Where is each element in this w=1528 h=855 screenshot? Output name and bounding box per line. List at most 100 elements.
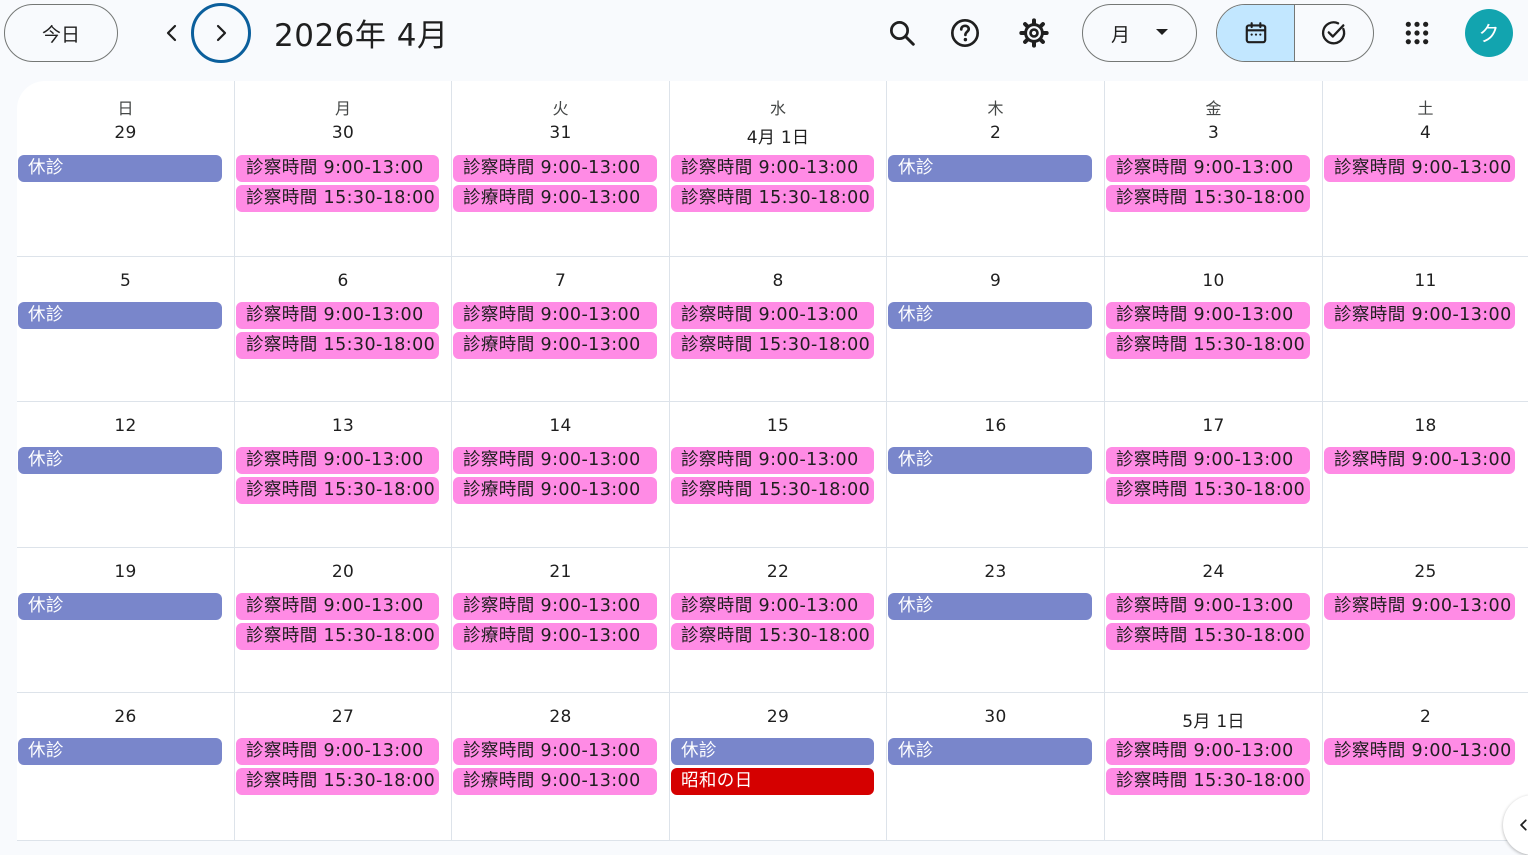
google-apps-button[interactable] xyxy=(1393,9,1441,57)
calendar-view-button[interactable] xyxy=(1217,5,1295,61)
day-cell[interactable]: 6 診察時間 9:00-13:00 診察時間 15:30-18:00 xyxy=(235,257,452,402)
clinic-hours-event[interactable]: 診療時間 9:00-13:00 xyxy=(453,477,657,504)
clinic-hours-event[interactable]: 診察時間 9:00-13:00 xyxy=(1106,738,1310,765)
day-cell[interactable]: 19 休診 xyxy=(17,548,235,693)
clinic-hours-event[interactable]: 診察時間 9:00-13:00 xyxy=(236,155,439,182)
day-cell[interactable]: 水 4月 1日 診察時間 9:00-13:00 診察時間 15:30-18:00 xyxy=(670,81,887,257)
holiday-event[interactable]: 昭和の日 xyxy=(671,768,874,795)
clinic-hours-event[interactable]: 診察時間 15:30-18:00 xyxy=(1106,332,1310,359)
day-cell[interactable]: 日 29 休診 xyxy=(17,81,235,257)
clinic-hours-event[interactable]: 診察時間 9:00-13:00 xyxy=(1106,593,1310,620)
clinic-hours-event[interactable]: 診察時間 9:00-13:00 xyxy=(1106,447,1310,474)
clinic-hours-event[interactable]: 診察時間 15:30-18:00 xyxy=(1106,768,1310,795)
day-number[interactable]: 11 xyxy=(1323,271,1528,291)
clinic-hours-event[interactable]: 診察時間 9:00-13:00 xyxy=(671,155,874,182)
day-number[interactable]: 27 xyxy=(235,707,451,727)
clinic-hours-event[interactable]: 診察時間 9:00-13:00 xyxy=(236,738,439,765)
clinic-hours-event[interactable]: 診察時間 9:00-13:00 xyxy=(1106,155,1310,182)
day-cell[interactable]: 15 診察時間 9:00-13:00 診察時間 15:30-18:00 xyxy=(670,402,887,548)
day-cell[interactable]: 2 診察時間 9:00-13:00 xyxy=(1323,693,1528,841)
day-cell[interactable]: 26 休診 xyxy=(17,693,235,841)
day-cell[interactable]: 25 診察時間 9:00-13:00 xyxy=(1323,548,1528,693)
day-number[interactable]: 25 xyxy=(1323,562,1528,582)
clinic-hours-event[interactable]: 診療時間 9:00-13:00 xyxy=(453,185,657,212)
closed-day-event[interactable]: 休診 xyxy=(18,738,222,765)
day-cell[interactable]: 火 31 診察時間 9:00-13:00 診療時間 9:00-13:00 xyxy=(452,81,670,257)
day-number[interactable]: 24 xyxy=(1105,562,1322,582)
search-button[interactable] xyxy=(878,9,926,57)
day-number[interactable]: 30 xyxy=(235,123,451,143)
day-number[interactable]: 13 xyxy=(235,416,451,436)
day-cell[interactable]: 金 3 診察時間 9:00-13:00 診察時間 15:30-18:00 xyxy=(1105,81,1323,257)
day-number[interactable]: 5 xyxy=(17,271,234,291)
day-cell[interactable]: 木 2 休診 xyxy=(887,81,1105,257)
clinic-hours-event[interactable]: 診察時間 9:00-13:00 xyxy=(671,593,874,620)
day-number[interactable]: 29 xyxy=(670,707,886,727)
day-cell[interactable]: 11 診察時間 9:00-13:00 xyxy=(1323,257,1528,402)
day-number[interactable]: 21 xyxy=(452,562,669,582)
day-cell[interactable]: 17 診察時間 9:00-13:00 診察時間 15:30-18:00 xyxy=(1105,402,1323,548)
closed-day-event[interactable]: 休診 xyxy=(18,447,222,474)
closed-day-event[interactable]: 休診 xyxy=(18,302,222,329)
clinic-hours-event[interactable]: 診察時間 15:30-18:00 xyxy=(236,768,439,795)
day-number[interactable]: 6 xyxy=(235,271,451,291)
clinic-hours-event[interactable]: 診療時間 9:00-13:00 xyxy=(453,332,657,359)
day-number[interactable]: 12 xyxy=(17,416,234,436)
day-number[interactable]: 4 xyxy=(1323,123,1528,143)
day-cell[interactable]: 13 診察時間 9:00-13:00 診察時間 15:30-18:00 xyxy=(235,402,452,548)
day-cell[interactable]: 18 診察時間 9:00-13:00 xyxy=(1323,402,1528,548)
day-cell[interactable]: 23 休診 xyxy=(887,548,1105,693)
day-cell[interactable]: 21 診察時間 9:00-13:00 診療時間 9:00-13:00 xyxy=(452,548,670,693)
day-cell[interactable]: 土 4 診察時間 9:00-13:00 xyxy=(1323,81,1528,257)
closed-day-event[interactable]: 休診 xyxy=(18,155,222,182)
clinic-hours-event[interactable]: 診察時間 9:00-13:00 xyxy=(453,738,657,765)
next-month-button[interactable] xyxy=(191,3,251,63)
clinic-hours-event[interactable]: 診察時間 15:30-18:00 xyxy=(671,623,874,650)
day-cell[interactable]: 月 30 診察時間 9:00-13:00 診察時間 15:30-18:00 xyxy=(235,81,452,257)
clinic-hours-event[interactable]: 診察時間 9:00-13:00 xyxy=(236,447,439,474)
clinic-hours-event[interactable]: 診察時間 9:00-13:00 xyxy=(453,447,657,474)
clinic-hours-event[interactable]: 診察時間 9:00-13:00 xyxy=(453,155,657,182)
tasks-view-button[interactable] xyxy=(1295,5,1373,61)
clinic-hours-event[interactable]: 診察時間 9:00-13:00 xyxy=(236,593,439,620)
clinic-hours-event[interactable]: 診察時間 9:00-13:00 xyxy=(453,593,657,620)
day-cell[interactable]: 5 休診 xyxy=(17,257,235,402)
settings-button[interactable] xyxy=(1010,9,1058,57)
clinic-hours-event[interactable]: 診察時間 9:00-13:00 xyxy=(1324,738,1515,765)
day-cell[interactable]: 10 診察時間 9:00-13:00 診察時間 15:30-18:00 xyxy=(1105,257,1323,402)
clinic-hours-event[interactable]: 診察時間 9:00-13:00 xyxy=(453,302,657,329)
day-number[interactable]: 19 xyxy=(17,562,234,582)
account-avatar[interactable]: ク xyxy=(1465,9,1513,57)
clinic-hours-event[interactable]: 診察時間 15:30-18:00 xyxy=(1106,623,1310,650)
day-number[interactable]: 29 xyxy=(17,123,234,143)
day-number[interactable]: 7 xyxy=(452,271,669,291)
clinic-hours-event[interactable]: 診察時間 9:00-13:00 xyxy=(1324,302,1515,329)
clinic-hours-event[interactable]: 診察時間 15:30-18:00 xyxy=(671,332,874,359)
day-number[interactable]: 3 xyxy=(1105,123,1322,143)
clinic-hours-event[interactable]: 診察時間 15:30-18:00 xyxy=(236,332,439,359)
closed-day-event[interactable]: 休診 xyxy=(671,738,874,765)
day-cell[interactable]: 22 診察時間 9:00-13:00 診察時間 15:30-18:00 xyxy=(670,548,887,693)
clinic-hours-event[interactable]: 診察時間 15:30-18:00 xyxy=(236,623,439,650)
day-number[interactable]: 5月 1日 xyxy=(1105,707,1322,732)
day-number[interactable]: 2 xyxy=(1323,707,1528,727)
closed-day-event[interactable]: 休診 xyxy=(888,155,1092,182)
day-cell[interactable]: 12 休診 xyxy=(17,402,235,548)
clinic-hours-event[interactable]: 診察時間 15:30-18:00 xyxy=(236,477,439,504)
day-cell[interactable]: 9 休診 xyxy=(887,257,1105,402)
day-number[interactable]: 17 xyxy=(1105,416,1322,436)
day-cell[interactable]: 14 診察時間 9:00-13:00 診療時間 9:00-13:00 xyxy=(452,402,670,548)
day-number[interactable]: 30 xyxy=(887,707,1104,727)
day-number[interactable]: 8 xyxy=(670,271,886,291)
clinic-hours-event[interactable]: 診察時間 15:30-18:00 xyxy=(1106,477,1310,504)
clinic-hours-event[interactable]: 診察時間 9:00-13:00 xyxy=(671,447,874,474)
closed-day-event[interactable]: 休診 xyxy=(18,593,222,620)
day-cell[interactable]: 24 診察時間 9:00-13:00 診察時間 15:30-18:00 xyxy=(1105,548,1323,693)
clinic-hours-event[interactable]: 診察時間 9:00-13:00 xyxy=(1106,302,1310,329)
day-cell[interactable]: 8 診察時間 9:00-13:00 診察時間 15:30-18:00 xyxy=(670,257,887,402)
clinic-hours-event[interactable]: 診療時間 9:00-13:00 xyxy=(453,623,657,650)
day-number[interactable]: 9 xyxy=(887,271,1104,291)
clinic-hours-event[interactable]: 診察時間 15:30-18:00 xyxy=(1106,185,1310,212)
clinic-hours-event[interactable]: 診察時間 15:30-18:00 xyxy=(671,477,874,504)
day-number[interactable]: 14 xyxy=(452,416,669,436)
